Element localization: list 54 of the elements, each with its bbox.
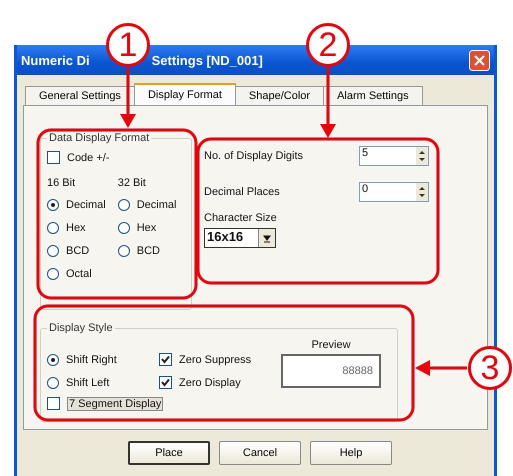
tab[interactable]: Alarm Settings: [323, 86, 423, 105]
dialog-button[interactable]: Help: [310, 441, 392, 465]
preview-box: 88888: [281, 354, 381, 388]
callout-number: 2: [306, 23, 350, 67]
checkbox[interactable]: [47, 397, 60, 410]
option-label: BCD: [66, 244, 90, 256]
option-label: BCD: [136, 244, 160, 256]
number-field[interactable]: 0: [359, 182, 429, 202]
tab[interactable]: General Settings: [25, 86, 135, 105]
group-title: Data Display Format: [48, 132, 150, 144]
close-icon[interactable]: [469, 50, 490, 70]
option-label: Hex: [66, 222, 86, 234]
checkbox-label: 7 Segment Display: [67, 396, 164, 410]
checkbox-label: Zero Display: [179, 376, 241, 388]
column-heading: 32 Bit: [118, 176, 147, 191]
option-label: Decimal: [66, 198, 106, 210]
field-label: Decimal Places: [204, 186, 280, 198]
radio-button[interactable]: [47, 268, 59, 280]
preview-label: Preview: [311, 338, 351, 353]
dialog-button[interactable]: Place: [128, 441, 210, 465]
radio-button[interactable]: [47, 376, 59, 388]
column-heading: 16 Bit: [47, 176, 76, 191]
radio-button[interactable]: [118, 244, 130, 256]
checkbox[interactable]: [159, 353, 172, 366]
option-label: Hex: [136, 222, 156, 234]
field-label: No. of Display Digits: [204, 150, 304, 162]
arrow: [415, 360, 467, 376]
checkbox-label: Zero Suppress: [179, 354, 252, 366]
group-title: Display Style: [48, 322, 114, 334]
option-label: Shift Right: [66, 354, 117, 366]
field-label: Character Size: [204, 212, 278, 224]
arrow: [120, 68, 136, 128]
arrow: [320, 68, 336, 138]
tab[interactable]: Display Format: [134, 83, 236, 105]
window-title: Settings [ND_001]: [152, 52, 263, 68]
radio-button[interactable]: [47, 198, 59, 210]
option-label: Shift Left: [66, 376, 110, 388]
checkbox[interactable]: [159, 376, 172, 389]
window-title: Numeric Di: [21, 52, 90, 68]
callout-number: 1: [106, 23, 150, 67]
radio-button[interactable]: [47, 244, 59, 256]
number-field[interactable]: 5: [359, 146, 429, 166]
size-dropdown[interactable]: 16x16: [204, 228, 276, 248]
checkbox[interactable]: [47, 151, 60, 164]
radio-button[interactable]: [47, 222, 59, 234]
radio-button[interactable]: [47, 354, 59, 366]
dialog-button[interactable]: Cancel: [219, 441, 301, 465]
radio-button[interactable]: [118, 222, 130, 234]
tab[interactable]: Shape/Color: [234, 86, 324, 105]
option-label: Decimal: [136, 198, 176, 210]
callout-number: 3: [468, 346, 512, 390]
option-label: Octal: [66, 268, 92, 280]
checkbox-label: Code +/-: [67, 152, 110, 164]
radio-button[interactable]: [118, 198, 130, 210]
